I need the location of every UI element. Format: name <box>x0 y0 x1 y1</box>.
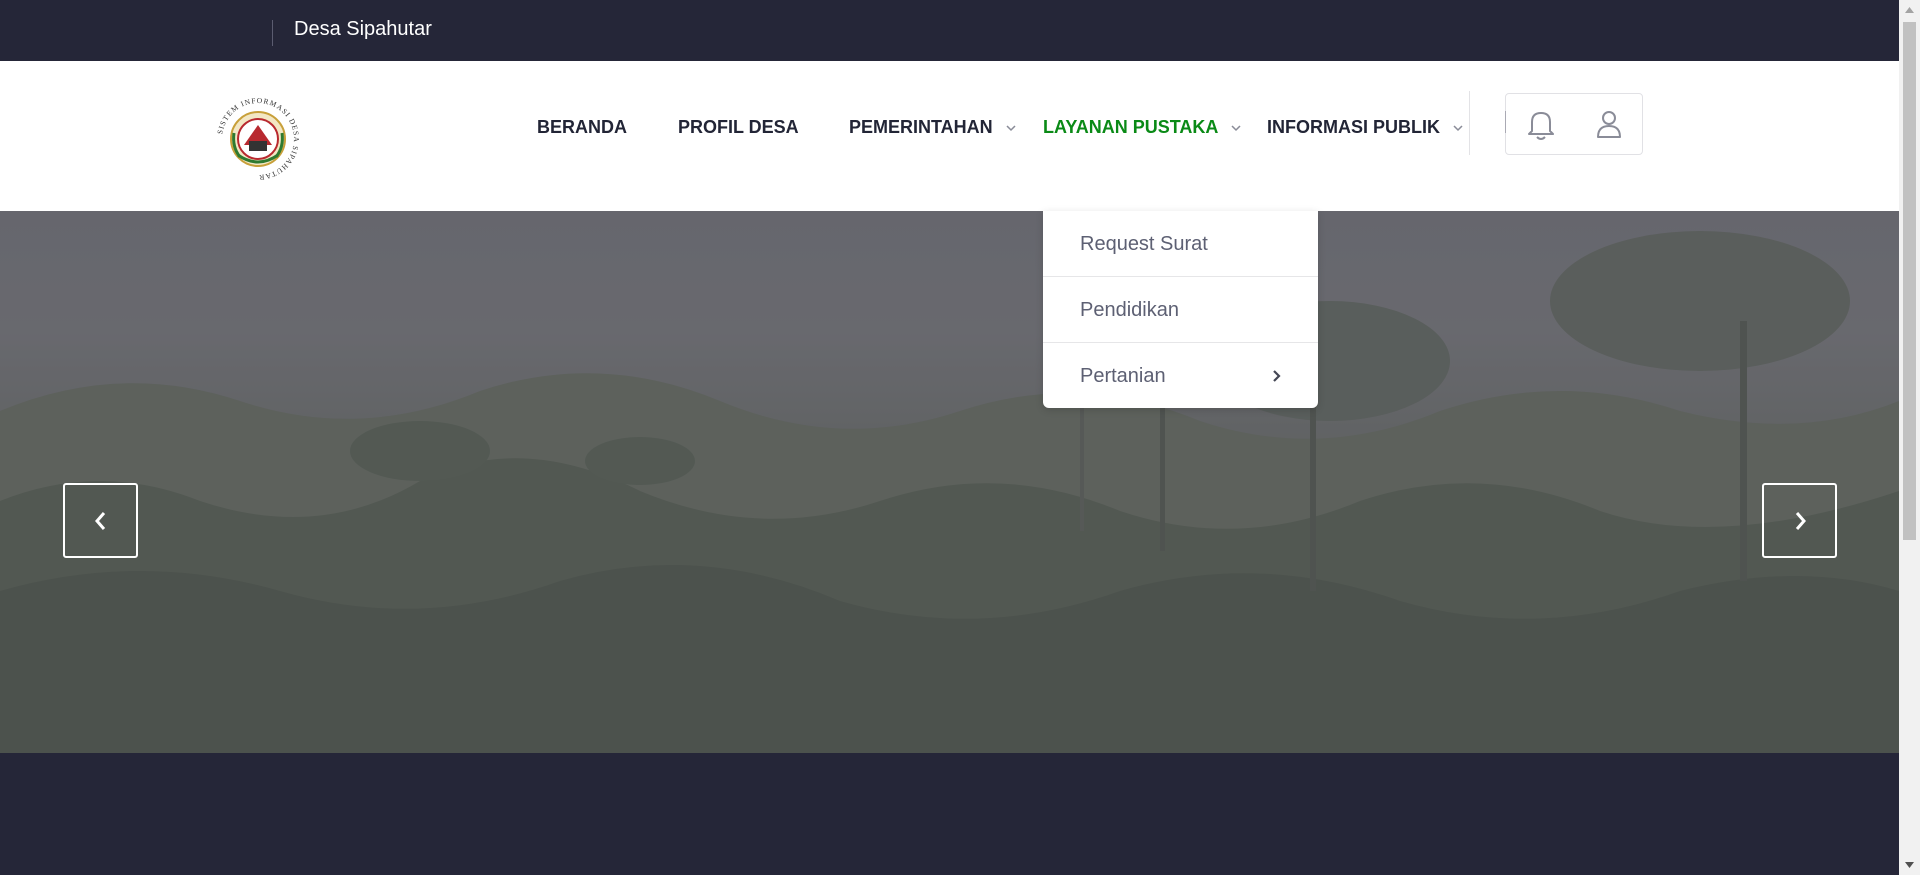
nav-informasi-publik-label: INFORMASI PUBLIK <box>1267 117 1440 137</box>
nav-profil-desa-label: PROFIL DESA <box>678 117 799 137</box>
chevron-right-icon <box>1795 512 1806 530</box>
page: Desa Sipahutar SISTEM INFORMASI DESA SIP… <box>0 0 1899 875</box>
dropdown-item-label: Pendidikan <box>1080 299 1179 321</box>
nav-beranda-label: BERANDA <box>537 117 627 137</box>
dropdown-item-label: Pertanian <box>1080 365 1166 387</box>
nav-beranda[interactable]: BERANDA <box>537 115 627 139</box>
chevron-left-icon <box>95 512 106 530</box>
site-name: Desa Sipahutar <box>294 18 432 40</box>
layanan-pustaka-dropdown: Request Surat Pendidikan Pertanian <box>1043 211 1318 408</box>
nav-informasi-publik[interactable]: INFORMASI PUBLIK <box>1267 115 1463 139</box>
nav-pemerintahan-label: PEMERINTAHAN <box>849 117 993 137</box>
dropdown-item-pendidikan[interactable]: Pendidikan <box>1043 277 1318 343</box>
chevron-down-icon <box>1006 123 1016 133</box>
scroll-up-icon[interactable] <box>1904 6 1915 14</box>
village-emblem-logo[interactable]: SISTEM INFORMASI DESA SIPAHUTAR <box>214 95 302 183</box>
divider-mark <box>1505 111 1508 133</box>
nav-pemerintahan[interactable]: PEMERINTAHAN <box>849 115 1016 139</box>
scrollbar-thumb[interactable] <box>1903 22 1916 540</box>
chevron-right-icon <box>1273 370 1281 382</box>
dropdown-item-label: Request Surat <box>1080 233 1208 255</box>
scroll-down-icon[interactable] <box>1904 861 1915 869</box>
header: SISTEM INFORMASI DESA SIPAHUTAR BERANDA … <box>0 61 1899 211</box>
chevron-down-icon <box>1453 123 1463 133</box>
slider-prev-button[interactable] <box>63 483 138 558</box>
top-bar-divider <box>272 20 273 46</box>
nav-separator <box>1469 91 1470 155</box>
page-scrollbar[interactable] <box>1899 0 1920 875</box>
bell-icon[interactable] <box>1526 107 1556 141</box>
nav-profil-desa[interactable]: PROFIL DESA <box>678 115 799 139</box>
dropdown-item-pertanian[interactable]: Pertanian <box>1043 343 1318 409</box>
dropdown-item-request-surat[interactable]: Request Surat <box>1043 211 1318 277</box>
hero-overlay <box>0 211 1899 753</box>
nav-layanan-pustaka-label: LAYANAN PUSTAKA <box>1043 117 1218 137</box>
chevron-down-icon <box>1231 123 1241 133</box>
slider-next-button[interactable] <box>1762 483 1837 558</box>
bottom-section <box>0 753 1899 875</box>
nav-layanan-pustaka[interactable]: LAYANAN PUSTAKA <box>1043 115 1241 139</box>
hero-slider <box>0 211 1899 753</box>
top-bar: Desa Sipahutar <box>0 0 1899 61</box>
user-icon[interactable] <box>1594 107 1624 141</box>
